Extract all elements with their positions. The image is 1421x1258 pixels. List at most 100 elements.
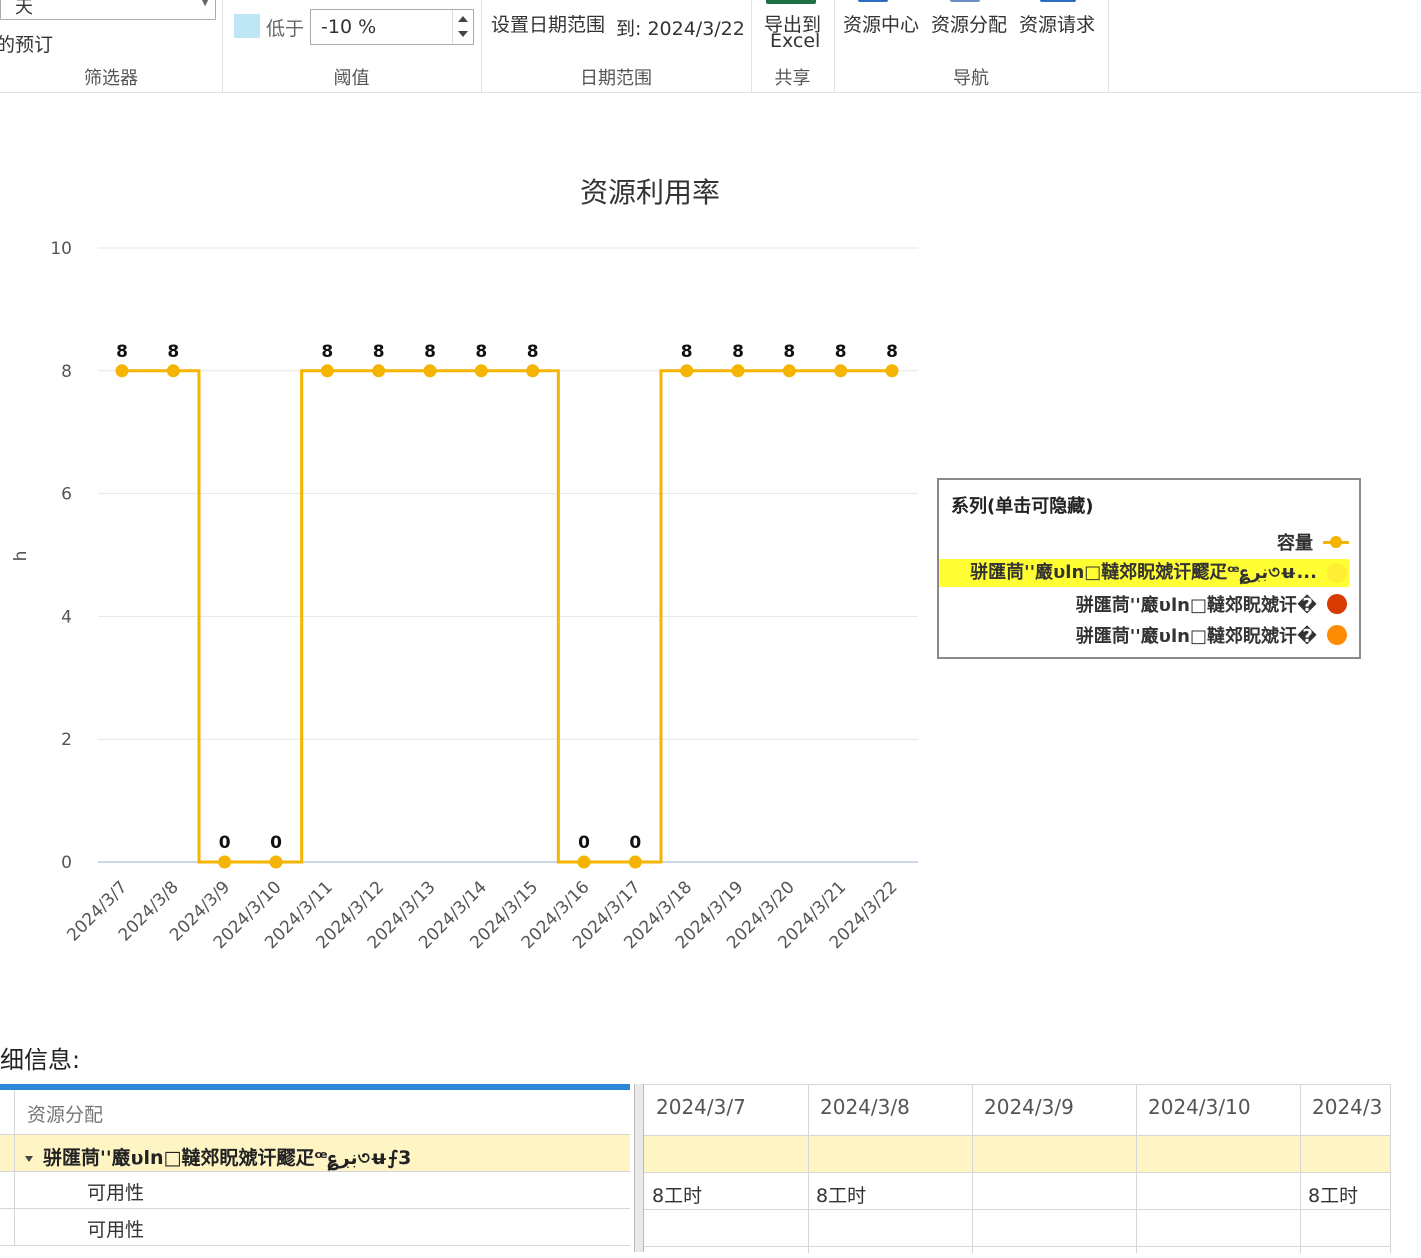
data-labels: 8 8 0 0 8 8 8 8 8 0 0 8 8 8 8 8 bbox=[116, 342, 898, 853]
share-group-label: 共享 bbox=[774, 68, 811, 89]
availability-cell[interactable]: 8工时 bbox=[1308, 1181, 1358, 1208]
threshold-value: -10 % bbox=[321, 16, 377, 38]
export-excel-label-2: Excel bbox=[770, 30, 821, 52]
data-label: 8 bbox=[373, 342, 385, 362]
details-grid-right: 2024/3/7 2024/3/8 2024/3/9 2024/3/10 202… bbox=[644, 1084, 1391, 1253]
data-point bbox=[115, 364, 129, 378]
threshold-color-swatch[interactable] bbox=[234, 14, 260, 38]
data-label: 0 bbox=[270, 833, 282, 853]
data-point bbox=[577, 855, 591, 869]
nav-group-label: 导航 bbox=[953, 68, 989, 89]
filter-select-value: 天 bbox=[15, 0, 33, 18]
grid-header-cell: 资源分配 bbox=[14, 1090, 630, 1134]
set-date-range-button[interactable]: 设置日期范围 bbox=[491, 10, 605, 37]
utilization-chart: 资源利用率 h 0 2 4 6 8 10 2024/3/72024/3/82024/3/9… bbox=[11, 176, 918, 953]
column-divider bbox=[1300, 1085, 1301, 1253]
grid-splitter[interactable] bbox=[634, 1084, 644, 1252]
date-range-group-label: 日期范围 bbox=[580, 68, 652, 89]
details-title: 细信息: bbox=[0, 1046, 81, 1074]
x-axis-ticks: 2024/3/72024/3/82024/3/92024/3/102024/3/… bbox=[63, 877, 901, 953]
data-point bbox=[628, 855, 642, 869]
chart-legend: 系列(单击可隐藏) 容量 骈匯茼ꞌꞌ黀υln□韃郊眖虠讦飂疋ꟹ؏ڹڔ৩ʉ... … bbox=[937, 478, 1361, 659]
y-axis-label: h bbox=[11, 551, 31, 562]
legend-item-label: 骈匯茼ꞌꞌ黀υln□韃郊眖虠讦� bbox=[1075, 595, 1317, 616]
resource-request-button[interactable]: 资源请求 bbox=[1019, 10, 1095, 37]
column-divider bbox=[972, 1085, 973, 1253]
data-label: 8 bbox=[116, 342, 128, 362]
line-marker-icon bbox=[1323, 531, 1349, 553]
dot-marker-icon bbox=[1327, 563, 1347, 583]
data-point bbox=[680, 364, 694, 378]
row-cell: 可用性 bbox=[14, 1172, 630, 1208]
data-label: 8 bbox=[783, 342, 795, 362]
excel-icon bbox=[766, 0, 816, 4]
legend-item-series-3[interactable]: 骈匯茼ꞌꞌ黀υln□韃郊眖虠讦� bbox=[1076, 590, 1349, 618]
grid-header-row: 资源分配 bbox=[0, 1090, 630, 1135]
date-column-header[interactable]: 2024/3/7 bbox=[656, 1095, 746, 1119]
grid-lines bbox=[98, 247, 918, 863]
data-label: 8 bbox=[681, 342, 693, 362]
resource-assignment-button[interactable]: 资源分配 bbox=[931, 10, 1007, 37]
legend-item-series-4[interactable]: 骈匯茼ꞌꞌ黀υln□韃郊眖虠讦� bbox=[1076, 621, 1349, 649]
column-divider bbox=[808, 1085, 809, 1253]
data-point bbox=[320, 364, 334, 378]
threshold-stepper[interactable]: -10 % bbox=[310, 9, 474, 45]
stepper-buttons bbox=[452, 10, 473, 44]
filter-select[interactable]: 天 ▼ bbox=[0, 0, 216, 20]
threshold-group-label: 阈值 bbox=[333, 68, 370, 89]
ribbon: 天 ▼ 的预订 筛选器 阈值 低于 -10 % 日期范围 设置日期范围 到: 2… bbox=[0, 0, 1421, 93]
availability-label: 可用性 bbox=[87, 1219, 145, 1241]
table-row[interactable]: 可用性 bbox=[0, 1209, 630, 1246]
date-column-header[interactable]: 2024/3/9 bbox=[984, 1095, 1074, 1119]
group-row[interactable]: 骈匯茼ꞌꞌ黀υln□韃郊眖虠讦飂疋ꟹ؏ڹڔ৩ʉ⨍3 bbox=[0, 1135, 630, 1172]
resource-center-icon bbox=[858, 0, 888, 2]
y-tick-label: 8 bbox=[61, 362, 72, 382]
data-point bbox=[269, 855, 283, 869]
date-column-header[interactable]: 2024/3 bbox=[1312, 1095, 1382, 1119]
collapse-triangle-icon[interactable] bbox=[25, 1155, 33, 1162]
data-label: 8 bbox=[732, 342, 744, 362]
filter-bookings-label[interactable]: 的预订 bbox=[0, 30, 53, 57]
data-label: 8 bbox=[835, 342, 847, 362]
data-label: 8 bbox=[167, 342, 179, 362]
table-row-right bbox=[644, 1173, 1390, 1210]
legend-item-series-2[interactable]: 骈匯茼ꞌꞌ黀υln□韃郊眖虠讦飂疋ꟹ؏ڹڔ৩ʉ... bbox=[939, 559, 1349, 587]
resource-center-button[interactable]: 资源中心 bbox=[843, 10, 919, 37]
legend-item-capacity[interactable]: 容量 bbox=[1277, 528, 1349, 556]
date-column-header[interactable]: 2024/3/8 bbox=[820, 1095, 910, 1119]
date-range-to-label: 到: 2024/3/22 bbox=[616, 18, 745, 40]
data-point bbox=[782, 364, 796, 378]
data-label: 8 bbox=[527, 342, 539, 362]
y-tick-label: 0 bbox=[61, 853, 72, 873]
chart-title: 资源利用率 bbox=[580, 176, 720, 209]
dot-marker-icon bbox=[1327, 625, 1347, 645]
data-point bbox=[474, 364, 488, 378]
filter-group-label: 筛选器 bbox=[84, 68, 138, 89]
availability-label: 可用性 bbox=[87, 1182, 145, 1204]
legend-item-label: 容量 bbox=[1277, 533, 1313, 554]
date-column-header[interactable]: 2024/3/10 bbox=[1148, 1095, 1251, 1119]
resource-request-icon bbox=[1040, 0, 1076, 2]
stepper-down-icon[interactable] bbox=[458, 31, 468, 37]
dot-marker-icon bbox=[1327, 594, 1347, 614]
data-label: 0 bbox=[219, 833, 231, 853]
stepper-up-icon[interactable] bbox=[458, 16, 468, 22]
data-label: 8 bbox=[321, 342, 333, 362]
legend-item-label: 骈匯茼ꞌꞌ黀υln□韃郊眖虠讦飂疋ꟹ؏ڹڔ৩ʉ... bbox=[970, 561, 1317, 583]
table-row-right bbox=[644, 1210, 1390, 1247]
threshold-label: 低于 bbox=[266, 18, 305, 40]
resource-assignment-icon bbox=[950, 0, 980, 2]
data-label: 0 bbox=[578, 833, 590, 853]
row-cell: 可用性 bbox=[14, 1209, 630, 1245]
availability-cell[interactable]: 8工时 bbox=[816, 1181, 866, 1208]
column-divider bbox=[1136, 1085, 1137, 1253]
chevron-down-icon: ▼ bbox=[201, 0, 209, 8]
y-tick-label: 4 bbox=[61, 607, 72, 627]
data-label: 8 bbox=[475, 342, 487, 362]
table-row[interactable]: 可用性 bbox=[0, 1172, 630, 1209]
data-point bbox=[372, 364, 386, 378]
availability-cell[interactable]: 8工时 bbox=[652, 1181, 702, 1208]
data-label: 8 bbox=[886, 342, 898, 362]
data-label: 0 bbox=[629, 833, 641, 853]
y-tick-label: 2 bbox=[61, 730, 72, 750]
